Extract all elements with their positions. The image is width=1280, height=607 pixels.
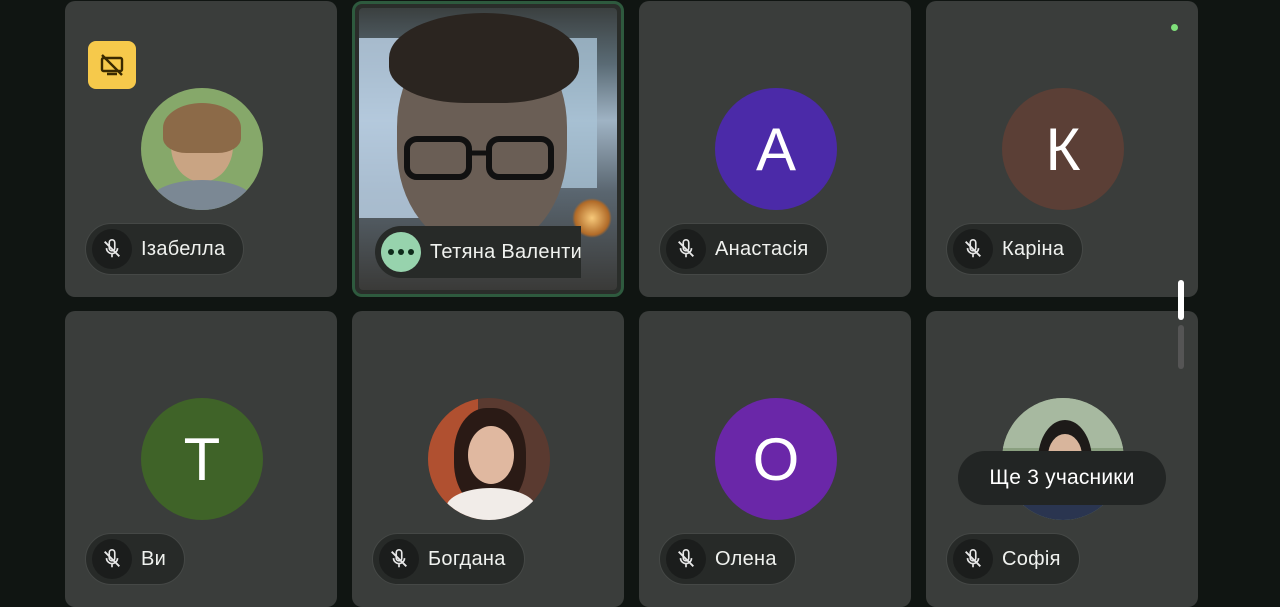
scrollbar-track[interactable]: [1178, 325, 1184, 369]
participant-name: Ізабелла: [141, 237, 226, 260]
name-label: Богдана: [372, 533, 525, 585]
status-dot: [1171, 24, 1178, 31]
name-label: Анастасія: [659, 223, 828, 275]
mic-off-icon: [953, 539, 993, 579]
avatar-initial: О: [752, 425, 800, 493]
participant-tile-anastasia[interactable]: А Анастасія: [639, 1, 911, 297]
mic-off-icon: [92, 539, 132, 579]
avatar: К: [1002, 88, 1124, 210]
more-participants-button[interactable]: Ще 3 учасники: [958, 451, 1166, 505]
name-label: Ізабелла: [85, 223, 245, 275]
speaking-dots-icon: [381, 232, 421, 272]
avatar-initial: К: [1045, 115, 1081, 183]
participant-name: Тетяна Валенти: [430, 240, 581, 263]
name-label: Тетяна Валенти: [375, 226, 581, 278]
participant-name: Анастасія: [715, 237, 809, 260]
avatar: А: [715, 88, 837, 210]
participant-tile-karina[interactable]: К Каріна: [926, 1, 1198, 297]
name-label: Олена: [659, 533, 796, 585]
participant-tile-tetiana[interactable]: Тетяна Валенти: [352, 1, 624, 297]
participant-name: Олена: [715, 547, 777, 570]
screen-share-off-icon: [88, 41, 136, 89]
mic-off-icon: [379, 539, 419, 579]
avatar: [141, 88, 263, 210]
participant-tile-bohdana[interactable]: Богдана: [352, 311, 624, 607]
mic-off-icon: [953, 229, 993, 269]
participant-name: Каріна: [1002, 237, 1065, 260]
name-label: Софія: [946, 533, 1080, 585]
avatar-initial: Т: [183, 425, 221, 493]
participant-name: Софія: [1002, 547, 1061, 570]
mic-off-icon: [666, 229, 706, 269]
name-label: Ви: [85, 533, 186, 585]
participant-name: Ви: [141, 547, 167, 570]
participant-tile-olena[interactable]: О Олена: [639, 311, 911, 607]
mic-off-icon: [92, 229, 132, 269]
avatar-initial: А: [755, 115, 797, 183]
scrollbar-thumb[interactable]: [1178, 280, 1184, 320]
avatar: Т: [141, 398, 263, 520]
participant-name: Богдана: [428, 547, 506, 570]
mic-off-icon: [666, 539, 706, 579]
name-label: Каріна: [946, 223, 1084, 275]
participant-tile-you[interactable]: Т Ви: [65, 311, 337, 607]
avatar: [428, 398, 550, 520]
avatar: О: [715, 398, 837, 520]
more-participants-label: Ще 3 учасники: [989, 466, 1135, 489]
participant-tile-izabella[interactable]: Ізабелла: [65, 1, 337, 297]
